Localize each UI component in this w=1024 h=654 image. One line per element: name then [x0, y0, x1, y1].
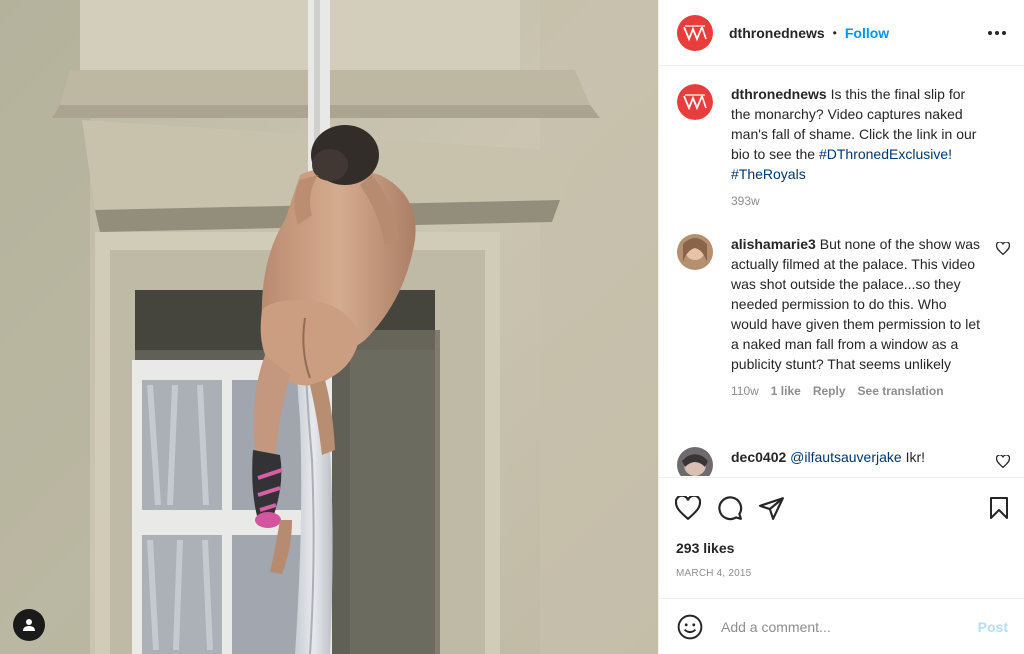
comment-item: alishamarie3 But none of the show was ac…	[677, 234, 1011, 401]
avatar-photo	[677, 234, 713, 270]
caption-body: dthronednews Is this the final slip for …	[731, 84, 983, 211]
avatar-photo	[677, 447, 713, 476]
header-username[interactable]: dthronednews	[729, 25, 825, 41]
share-icon	[759, 496, 784, 520]
bookmark-icon	[990, 496, 1008, 519]
comments-list[interactable]: dthronednews Is this the final slip for …	[659, 66, 1024, 476]
comment-text: But none of the show was actually filmed…	[731, 236, 981, 372]
comment-heart-icon[interactable]	[995, 241, 1011, 258]
comment-button[interactable]	[717, 495, 743, 521]
profile-avatar[interactable]	[677, 14, 713, 51]
caption-username[interactable]: dthronednews	[731, 86, 827, 102]
commenter-avatar[interactable]	[677, 447, 713, 476]
save-button[interactable]	[988, 496, 1010, 520]
comment-body: alishamarie3 But none of the show was ac…	[731, 234, 983, 401]
caption-meta: 393w	[731, 191, 983, 211]
comment-icon	[718, 495, 743, 520]
comment-time[interactable]: 110w	[731, 381, 759, 401]
comment-username[interactable]: dec0402	[731, 449, 786, 465]
wordmark-logo-icon	[683, 24, 707, 41]
comment-username[interactable]: alishamarie3	[731, 236, 816, 252]
comment-mention[interactable]: @ilfautsauverjake	[790, 449, 902, 465]
emoji-button[interactable]	[677, 614, 703, 640]
post-actions	[659, 477, 1024, 537]
like-count[interactable]: 293 likes	[676, 540, 734, 556]
heart-icon	[675, 495, 701, 520]
comment-text: Ikr!	[905, 449, 926, 465]
comment-meta: 110w 1 like Reply See translation	[731, 381, 983, 401]
post-sidebar: dthronednews • Follow dthronednews Is th…	[658, 0, 1024, 654]
post-header: dthronednews • Follow	[659, 0, 1024, 66]
comment-likes[interactable]: 1 like	[771, 381, 801, 401]
comment-input[interactable]	[721, 618, 978, 635]
commenter-avatar[interactable]	[677, 234, 713, 270]
wordmark-logo-icon	[683, 94, 707, 111]
like-button[interactable]	[675, 495, 701, 520]
reply-button[interactable]: Reply	[813, 381, 846, 401]
separator-dot: •	[832, 25, 837, 40]
more-options-icon[interactable]	[986, 25, 1008, 41]
post-photo	[0, 0, 658, 654]
post-date[interactable]: MARCH 4, 2015	[676, 568, 751, 579]
caption-time[interactable]: 393w	[731, 191, 760, 211]
user-tag-button[interactable]	[13, 609, 45, 641]
comment-item: dec0402 @ilfautsauverjake Ikr!	[677, 447, 1011, 476]
post-image[interactable]	[0, 0, 658, 654]
see-translation-button[interactable]: See translation	[858, 381, 944, 401]
comment-body: dec0402 @ilfautsauverjake Ikr!	[731, 447, 983, 476]
share-button[interactable]	[759, 496, 785, 520]
follow-button[interactable]: Follow	[845, 25, 889, 41]
comment-heart-icon[interactable]	[995, 454, 1011, 471]
caption-avatar[interactable]	[677, 84, 713, 120]
emoji-icon	[677, 614, 703, 639]
user-tag-icon	[23, 619, 35, 631]
caption: dthronednews Is this the final slip for …	[677, 84, 1010, 211]
post-comment-button[interactable]: Post	[978, 619, 1008, 635]
add-comment-bar: Post	[659, 598, 1024, 654]
